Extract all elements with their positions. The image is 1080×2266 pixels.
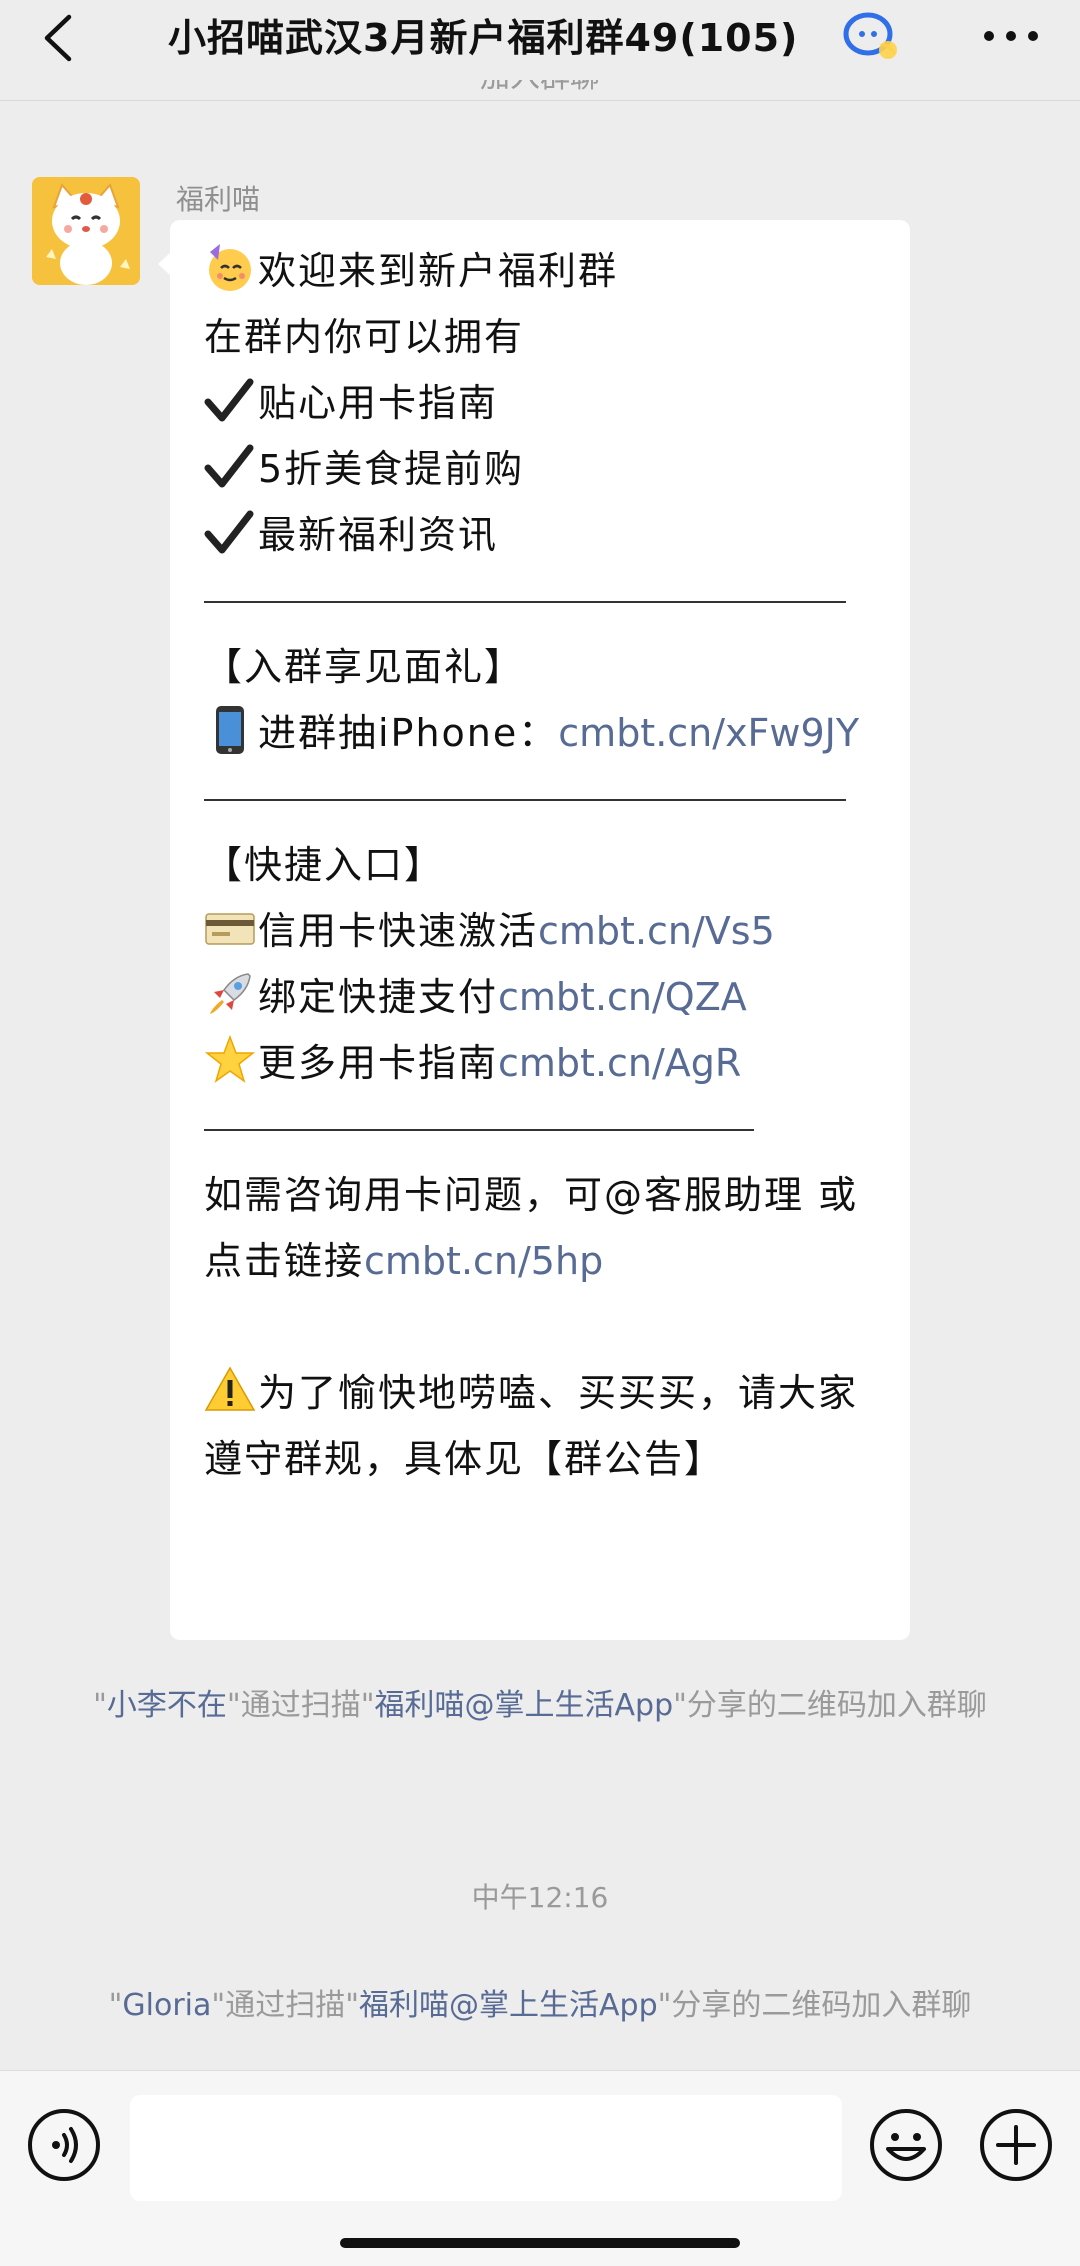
message-line: 更多用卡指南cmbt.cn/AgR [204, 1030, 884, 1096]
link-activate[interactable]: cmbt.cn/Vs5 [538, 909, 775, 953]
message-line: 绑定快捷支付cmbt.cn/QZA [204, 964, 884, 1030]
avatar[interactable] [32, 177, 140, 285]
rocket-icon [210, 973, 251, 1014]
cat-mascot-avatar-icon [32, 177, 140, 285]
more-button[interactable] [966, 4, 1056, 68]
voice-button[interactable] [26, 2107, 102, 2183]
message-line: 【入群享见面礼】 [204, 645, 525, 689]
divider [204, 1096, 884, 1162]
emoji-button[interactable] [868, 2107, 944, 2183]
message-line: 5折美食提前购 [204, 436, 884, 502]
more-dots-icon [984, 31, 1038, 41]
link-card-guide[interactable]: cmbt.cn/AgR [498, 1041, 741, 1085]
message-line: 在群内你可以拥有 [204, 315, 525, 359]
plus-icon [980, 2109, 1052, 2181]
home-indicator[interactable] [340, 2238, 740, 2248]
member-name-link[interactable]: 小李不在 [107, 1688, 227, 1723]
message-line: 最新福利资讯 [204, 502, 884, 568]
message-line: 贴心用卡指南 [204, 370, 884, 436]
divider [204, 568, 884, 634]
chat-title: 小招喵武汉3月新户福利群49(105) [168, 16, 799, 60]
group-chat-icon[interactable] [842, 10, 902, 66]
message-line: 进群抽iPhone：cmbt.cn/xFw9JY [204, 700, 884, 766]
plus-button[interactable] [978, 2107, 1054, 2183]
link-bind-pay[interactable]: cmbt.cn/QZA [498, 975, 747, 1019]
message-text: 欢迎来到新户福利群 在群内你可以拥有 贴心用卡指南 5折美食提前购 最新福利资讯… [204, 238, 884, 1492]
input-bar [0, 2070, 1080, 2266]
message-line: 【快捷入口】 [204, 843, 445, 887]
app-name-link[interactable]: 福利喵@掌上生活App [359, 1988, 658, 2023]
message-line: 如需咨询用卡问题，可@客服助理 或点击链接cmbt.cn/5hp [204, 1173, 859, 1283]
link-iphone[interactable]: cmbt.cn/xFw9JY [558, 711, 859, 755]
link-service[interactable]: cmbt.cn/5hp [364, 1239, 603, 1283]
divider [204, 766, 884, 832]
app-name-link[interactable]: 福利喵@掌上生活App [375, 1688, 674, 1723]
time-stamp: 中午12:16 [471, 1881, 609, 1914]
system-join-message: "小李不在"通过扫描"福利喵@掌上生活App"分享的二维码加入群聊 [93, 1688, 987, 1723]
chat-area[interactable]: 加入群聊 福利喵 [0, 70, 1080, 2070]
credit-card-icon [205, 913, 255, 945]
member-name-link[interactable]: Gloria [122, 1988, 211, 2023]
glowing-star-icon [204, 1034, 256, 1083]
sender-name: 福利喵 [176, 183, 261, 216]
chevron-left-icon [44, 14, 72, 62]
message-input[interactable] [130, 2095, 842, 2201]
message-line: 信用卡快速激活cmbt.cn/Vs5 [204, 898, 884, 964]
mobile-phone-icon [216, 706, 244, 754]
message-line: 为了愉快地唠嗑、买买买，请大家遵守群规，具体见【群公告】 [204, 1360, 884, 1492]
checkmark-icon [204, 444, 254, 488]
message-line: 欢迎来到新户福利群 [204, 238, 884, 304]
voice-icon [28, 2109, 100, 2181]
checkmark-icon [204, 378, 254, 422]
back-button[interactable] [28, 8, 88, 68]
emoji-face-icon [870, 2109, 942, 2181]
checkmark-icon [204, 510, 254, 554]
chat-screen: 小招喵武汉3月新户福利群49(105) 加入群聊 [0, 0, 1080, 2266]
system-join-message: "Gloria"通过扫描"福利喵@掌上生活App"分享的二维码加入群聊 [108, 1988, 972, 2023]
warning-icon [204, 1366, 256, 1411]
system-message-cut: 加入群聊 [80, 80, 1000, 108]
party-face-icon [209, 244, 251, 291]
